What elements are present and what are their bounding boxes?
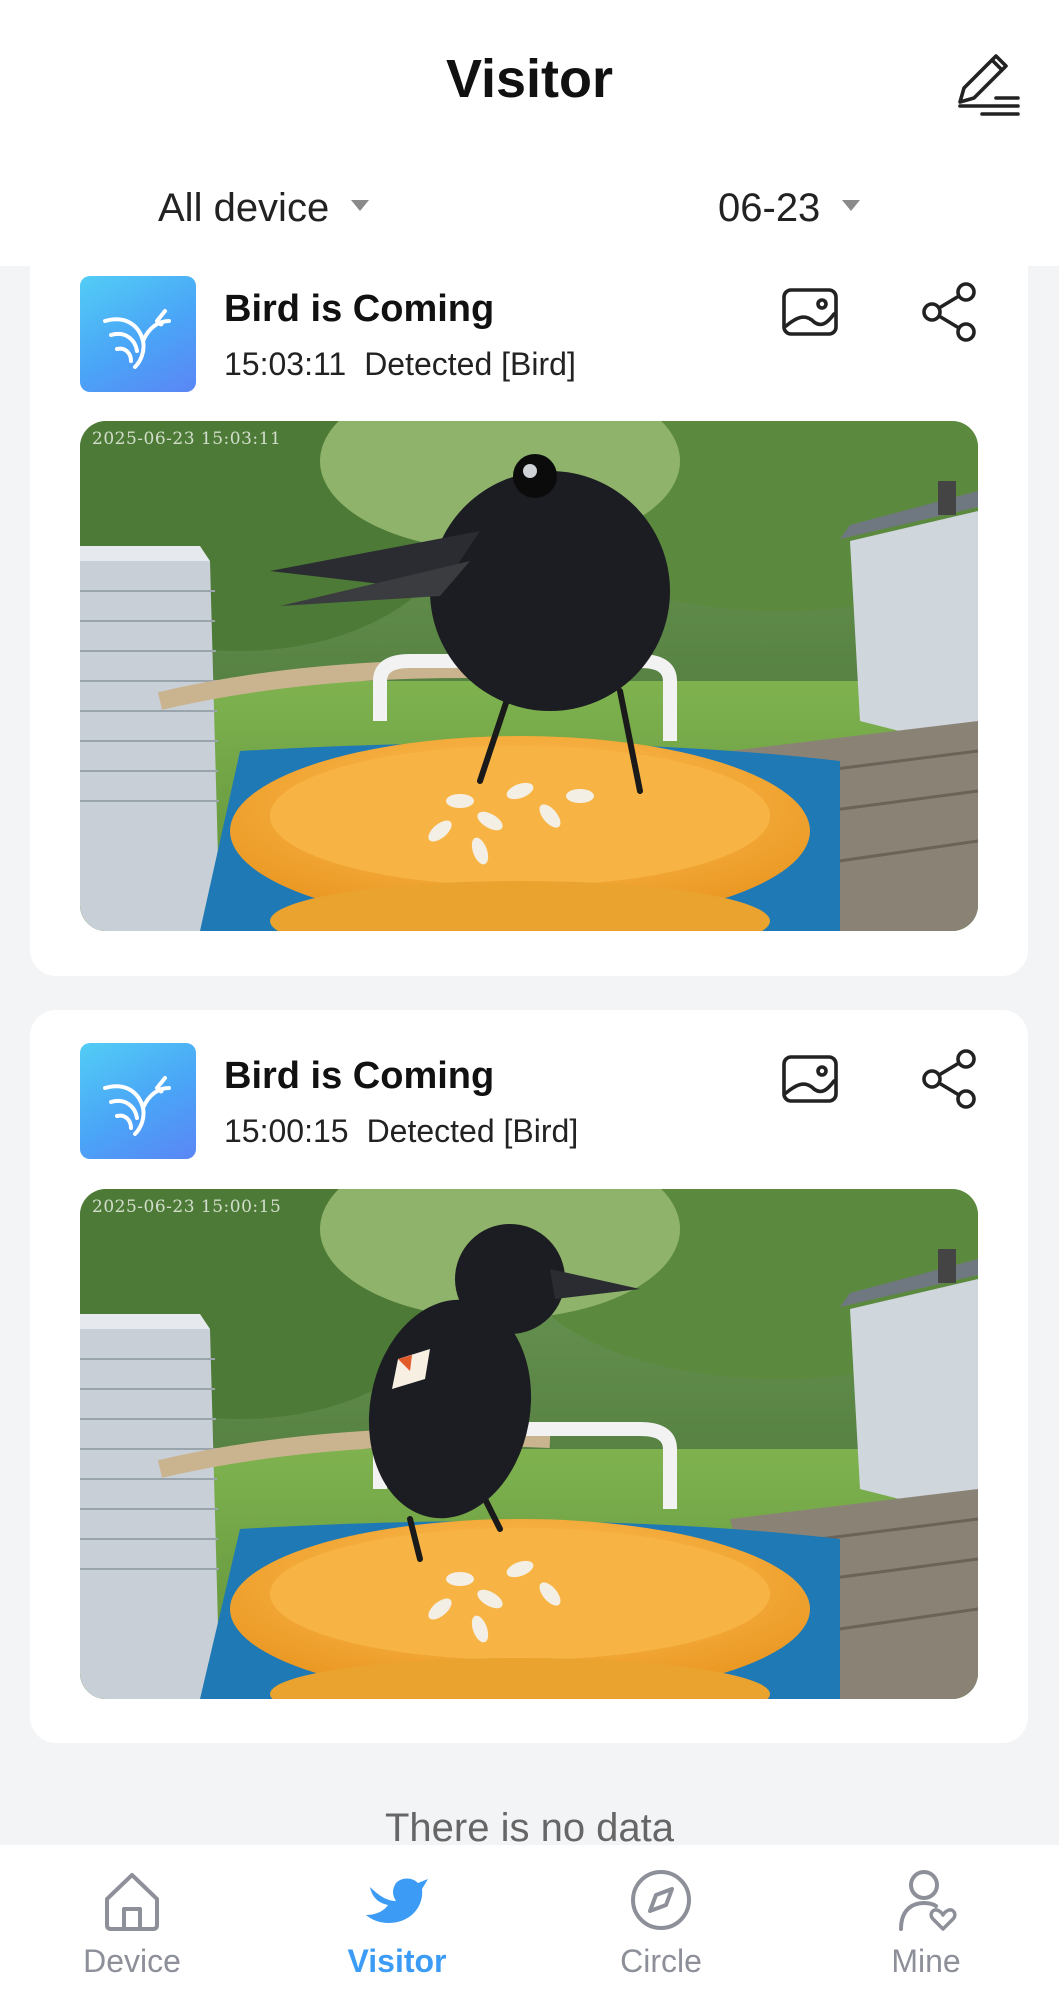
image-icon (782, 288, 838, 336)
bird-photo (80, 1189, 978, 1699)
share-icon (922, 282, 976, 342)
home-icon (105, 1873, 159, 1931)
image-icon (782, 1055, 838, 1103)
event-subtitle: 15:00:15 Detected [Bird] (224, 1113, 578, 1150)
nav-label: Visitor (347, 1943, 447, 1979)
bird-app-icon (80, 276, 196, 392)
view-image-button[interactable] (778, 1047, 842, 1111)
event-detected: Detected [Bird] (364, 346, 576, 382)
bird-logo-icon (103, 309, 171, 369)
snapshot-timestamp: 2025-06-23 15:00:15 (92, 1197, 282, 1217)
caret-down-icon (842, 200, 861, 211)
event-title: Bird is Coming (224, 1055, 495, 1097)
visitor-card[interactable]: Bird is Coming 15:03:11 Detected [Bird] (30, 218, 1028, 976)
header: Visitor All device 06-23 (0, 0, 1059, 266)
event-time: 15:03:11 (224, 346, 347, 382)
visitor-page: Visitor All device 06-23 Bird is Coming … (0, 0, 1059, 2000)
snapshot-image[interactable]: 2025-06-23 15:00:15 (80, 1189, 978, 1699)
snapshot-timestamp: 2025-06-23 15:03:11 (92, 429, 282, 449)
share-button[interactable] (918, 1047, 982, 1111)
event-detected: Detected [Bird] (366, 1113, 579, 1149)
compass-icon (631, 1870, 691, 1930)
bottom-nav: Device Visitor Circle Mine (0, 1845, 1059, 2000)
nav-item-mine[interactable]: Mine (826, 1845, 1026, 2000)
share-button[interactable] (918, 280, 982, 344)
share-icon (922, 1049, 976, 1109)
nav-label: Mine (891, 1943, 961, 1979)
user-heart-icon (899, 1870, 957, 1931)
page-title: Visitor (445, 49, 614, 109)
event-time: 15:00:15 (224, 1113, 349, 1149)
edit-button[interactable] (952, 50, 1024, 122)
nav-item-visitor[interactable]: Visitor (297, 1845, 497, 2000)
event-subtitle: 15:03:11 Detected [Bird] (224, 346, 576, 383)
snapshot-image[interactable]: 2025-06-23 15:03:11 (80, 421, 978, 931)
bird-photo (80, 421, 978, 931)
view-image-button[interactable] (778, 280, 842, 344)
bird-app-icon (80, 1043, 196, 1159)
nav-label: Circle (620, 1943, 702, 1979)
event-title: Bird is Coming (224, 288, 495, 330)
date-filter-dropdown[interactable]: 06-23 (718, 186, 861, 231)
device-filter-label: All device (158, 186, 330, 230)
visitor-card[interactable]: Bird is Coming 15:00:15 Detected [Bird] (30, 1010, 1028, 1743)
nav-item-device[interactable]: Device (32, 1845, 232, 2000)
nav-label: Device (83, 1943, 181, 1979)
caret-down-icon (351, 200, 370, 211)
date-filter-label: 06-23 (718, 186, 821, 230)
device-filter-dropdown[interactable]: All device (158, 186, 370, 231)
edit-icon (958, 54, 1020, 116)
bird-logo-icon (103, 1076, 171, 1136)
bird-icon (366, 1878, 428, 1923)
nav-item-circle[interactable]: Circle (561, 1845, 761, 2000)
